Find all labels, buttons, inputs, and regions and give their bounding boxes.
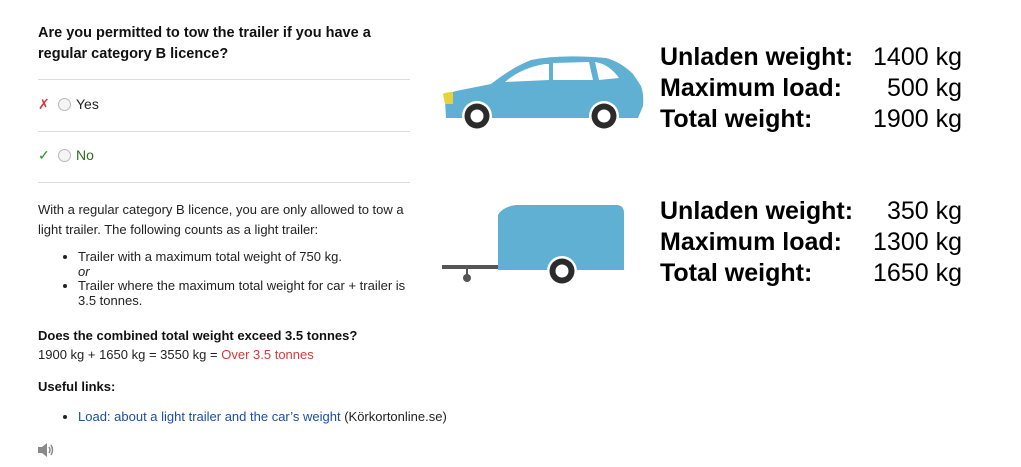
- link-item: Load: about a light trailer and the car’…: [78, 409, 538, 424]
- spec-row: Maximum load: 1300 kg: [660, 228, 962, 256]
- combined-heading: Does the combined total weight exceed 3.…: [38, 328, 358, 343]
- question-text: Are you permitted to tow the trailer if …: [38, 25, 371, 62]
- spec-row: Total weight: 1650 kg: [660, 259, 962, 287]
- trailer-icon: [442, 205, 624, 286]
- divider: [38, 182, 410, 183]
- car-specs: Unladen weight: 1400 kg Maximum load: 50…: [660, 42, 962, 135]
- correct-mark-icon: ✓: [38, 146, 50, 163]
- calc-text: 1900 kg + 1650 kg = 3550 kg =: [38, 347, 222, 362]
- spec-row: Unladen weight: 1400 kg: [660, 43, 962, 71]
- explanation-text: With a regular category B licence, you a…: [38, 202, 404, 237]
- spec-row: Total weight: 1900 kg: [660, 105, 962, 133]
- or-text: or: [78, 263, 90, 279]
- car-icon: [443, 56, 644, 131]
- wrong-mark-icon: ✗: [38, 95, 50, 112]
- option-no[interactable]: ✓ No: [38, 145, 94, 165]
- divider: [38, 131, 410, 132]
- light-trailer-link[interactable]: Load: about a light trailer and the car’…: [78, 409, 341, 424]
- light-trailer-criteria: Trailer with a maximum total weight of 7…: [38, 249, 412, 308]
- option-yes-label: Yes: [76, 96, 99, 112]
- criteria-item: Trailer where the maximum total weight f…: [78, 278, 412, 308]
- option-no-label: No: [76, 147, 94, 163]
- radio-no[interactable]: [58, 148, 71, 162]
- spec-row: Maximum load: 500 kg: [660, 74, 962, 102]
- divider: [38, 79, 410, 80]
- option-yes[interactable]: ✗ Yes: [38, 94, 99, 114]
- calculation: 1900 kg + 1650 kg = 3550 kg = Over 3.5 t…: [38, 347, 314, 362]
- speaker-icon[interactable]: [37, 442, 55, 458]
- trailer-specs: Unladen weight: 350 kg Maximum load: 130…: [660, 196, 962, 289]
- criteria-item: Trailer with a maximum total weight of 7…: [78, 249, 412, 279]
- useful-links: Load: about a light trailer and the car’…: [38, 409, 538, 424]
- calc-result: Over 3.5 tonnes: [221, 347, 314, 362]
- link-source: (Körkortonline.se): [344, 409, 447, 424]
- links-heading: Useful links:: [38, 379, 116, 394]
- radio-yes[interactable]: [58, 97, 71, 111]
- spec-row: Unladen weight: 350 kg: [660, 197, 962, 225]
